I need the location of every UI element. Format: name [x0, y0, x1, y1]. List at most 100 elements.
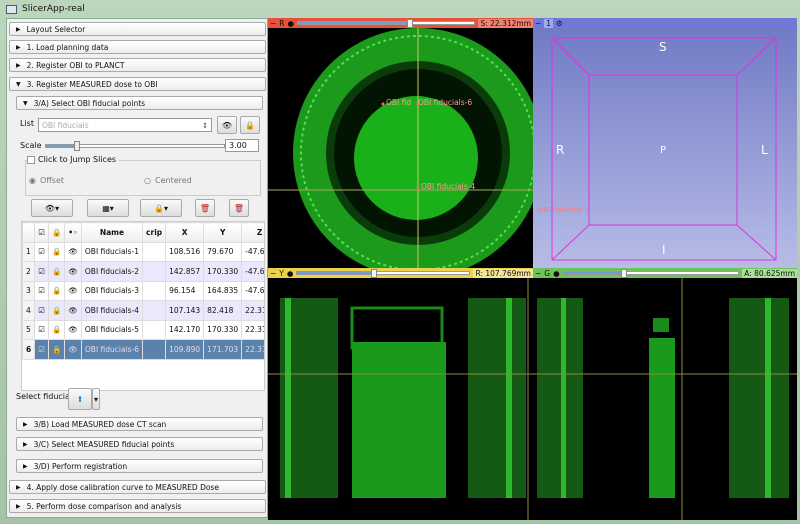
table-row[interactable]: 5 ☑ 🔒 👁 OBI fiducials-5 142.170 170.330 …	[22, 319, 264, 340]
lock-icon[interactable]: 🔒	[47, 241, 66, 262]
column-header-x[interactable]: X	[165, 222, 205, 243]
fiducial-x[interactable]: 142.170	[165, 319, 205, 340]
eye-icon[interactable]: 👁	[64, 300, 82, 321]
link-icon[interactable]: ●	[287, 269, 294, 278]
lock-icon[interactable]: 🔒	[47, 261, 66, 282]
table-row[interactable]: 4 ☑ 🔒 👁 OBI fiducials-4 107.143 82.418 2…	[22, 300, 264, 321]
fiducial-y[interactable]: 79.670	[203, 241, 243, 262]
fiducial-name[interactable]: OBI fiducials-3	[80, 280, 144, 301]
fiducial-z[interactable]: 22.312	[241, 300, 264, 321]
section-load-measured-ct[interactable]: ▶ 3/B) Load MEASURED dose CT scan	[16, 417, 263, 431]
fiducial-z[interactable]: -47.688	[241, 241, 264, 262]
column-header-y[interactable]: Y	[203, 222, 243, 243]
pin-button[interactable]: −	[270, 269, 276, 278]
lock-menu-button[interactable]: 🔒▾	[140, 199, 182, 217]
fiducial-name[interactable]: OBI fiducials-4	[80, 300, 144, 321]
section-dose-comparison[interactable]: ▶ 5. Perform dose comparison and analysis	[9, 499, 266, 513]
select-all-header[interactable]: ☑	[34, 222, 49, 243]
eye-icon[interactable]: 👁	[64, 339, 82, 360]
fiducial-z[interactable]: -47.688	[241, 261, 264, 282]
gear-icon[interactable]: ⚙	[556, 19, 563, 28]
eye-icon[interactable]: 👁	[64, 261, 82, 282]
table-row[interactable]: 2 ☑ 🔒 👁 OBI fiducials-2 142.857 170.330 …	[22, 261, 264, 282]
table-row[interactable]: 6 ☑ 🔒 👁 OBI fiducials-6 109.890 171.703 …	[22, 339, 264, 360]
fiducial-description[interactable]	[142, 241, 167, 262]
fiducial-y[interactable]: 82.418	[203, 300, 243, 321]
place-mode-dropdown[interactable]: ▾	[92, 388, 100, 410]
scale-slider-handle[interactable]	[74, 141, 80, 151]
fiducial-z[interactable]: 22.312	[241, 319, 264, 340]
delete-all-button[interactable]: 🗑	[229, 199, 249, 217]
green-slice-slider[interactable]	[562, 269, 740, 278]
green-slice-view[interactable]: − G ● A: 80.625mm	[533, 268, 797, 520]
selected-checkbox[interactable]: ☑	[34, 319, 49, 340]
selected-checkbox[interactable]: ☑	[34, 280, 49, 301]
visibility-toggle-button[interactable]: 👁	[217, 116, 237, 134]
table-row[interactable]: 1 ☑ 🔒 👁 OBI fiducials-1 108.516 79.670 -…	[22, 241, 264, 262]
column-header-name[interactable]: Name	[80, 222, 144, 243]
select-menu-button[interactable]: ▦▾	[87, 199, 129, 217]
link-icon[interactable]: ●	[288, 19, 295, 28]
link-icon[interactable]: ●	[553, 269, 560, 278]
section-apply-calibration[interactable]: ▶ 4. Apply dose calibration curve to MEAS…	[9, 480, 266, 494]
fiducial-name[interactable]: OBI fiducials-6	[80, 339, 144, 360]
section-load-planning[interactable]: ▶ 1. Load planning data	[9, 40, 266, 54]
scale-spinbox[interactable]: 3.00	[225, 139, 259, 152]
fiducial-name[interactable]: OBI fiducials-1	[80, 241, 144, 262]
fiducial-x[interactable]: 107.143	[165, 300, 205, 321]
fiducial-description[interactable]	[142, 300, 167, 321]
pin-button[interactable]: −	[535, 19, 541, 28]
pin-button[interactable]: −	[270, 19, 276, 28]
section-register-obi[interactable]: ▶ 2. Register OBI to PLANCT	[9, 58, 266, 72]
place-fiducial-button[interactable]: ⬆	[68, 388, 92, 410]
section-select-obi-fiducials[interactable]: ▼ 3/A) Select OBI fiducial points	[16, 96, 263, 110]
fiducial-z[interactable]: 22.312	[241, 339, 264, 360]
fiducial-y[interactable]: 170.330	[203, 261, 243, 282]
red-slice-slider[interactable]	[297, 19, 476, 28]
lock-icon[interactable]: 🔒	[47, 280, 66, 301]
fiducial-x[interactable]: 142.857	[165, 261, 205, 282]
fiducial-x[interactable]: 96.154	[165, 280, 205, 301]
eye-icon[interactable]: 👁	[64, 241, 82, 262]
selected-checkbox[interactable]: ☑	[34, 300, 49, 321]
column-header-description[interactable]: crip	[142, 222, 167, 243]
lock-icon[interactable]: 🔒	[47, 300, 66, 321]
section-register-measured[interactable]: ▼ 3. Register MEASURED dose to OBI	[9, 77, 266, 91]
yellow-slice-slider[interactable]	[296, 269, 471, 278]
scale-slider[interactable]	[45, 141, 225, 151]
fiducial-description[interactable]	[142, 319, 167, 340]
fiducial-table[interactable]: ☑ 🔒 •◦ Name crip X Y Z 1 ☑ 🔒 👁 OBI fiduc…	[21, 221, 265, 391]
centered-radio[interactable]: ○ Centered	[144, 176, 192, 185]
section-layout-selector[interactable]: ▶ Layout Selector	[9, 22, 266, 36]
fiducial-name[interactable]: OBI fiducials-5	[80, 319, 144, 340]
eye-icon[interactable]: 👁	[64, 280, 82, 301]
table-row[interactable]: 3 ☑ 🔒 👁 OBI fiducials-3 96.154 164.835 -…	[22, 280, 264, 301]
eye-icon[interactable]: 👁	[64, 319, 82, 340]
list-select[interactable]: OBI fiducials ⇕	[38, 118, 212, 132]
selected-checkbox[interactable]: ☑	[34, 339, 49, 360]
fiducial-x[interactable]: 108.516	[165, 241, 205, 262]
fiducial-description[interactable]	[142, 280, 167, 301]
delete-selected-button[interactable]: 🗑	[195, 199, 215, 217]
visibility-menu-button[interactable]: 👁▾	[31, 199, 73, 217]
selected-checkbox[interactable]: ☑	[34, 241, 49, 262]
fiducial-description[interactable]	[142, 261, 167, 282]
lock-icon[interactable]: 🔒	[47, 339, 66, 360]
lock-toggle-button[interactable]: 🔒	[240, 116, 260, 134]
fiducial-y[interactable]: 164.835	[203, 280, 243, 301]
jump-slices-checkbox[interactable]	[27, 155, 35, 164]
slider-handle[interactable]	[371, 269, 378, 278]
section-select-measured-fiducials[interactable]: ▶ 3/C) Select MEASURED fiducial points	[16, 437, 263, 451]
slider-handle[interactable]	[621, 269, 628, 278]
offset-radio[interactable]: ◉ Offset	[29, 176, 64, 185]
pin-button[interactable]: −	[535, 269, 541, 278]
slider-handle[interactable]	[407, 19, 414, 28]
section-perform-registration[interactable]: ▶ 3/D) Perform registration	[16, 459, 263, 473]
column-header-z[interactable]: Z	[241, 222, 264, 243]
yellow-slice-view[interactable]: − Y ● R: 107.769mm	[268, 268, 533, 520]
selected-checkbox[interactable]: ☑	[34, 261, 49, 282]
fiducial-x[interactable]: 109.890	[165, 339, 205, 360]
red-slice-view[interactable]: OBI fid OBI fiducials-6 OBI fiducials-4 …	[268, 18, 533, 268]
3d-view[interactable]: S I R L P OBI fiducials-3 − 1 ⚙	[533, 18, 797, 268]
fiducial-name[interactable]: OBI fiducials-2	[80, 261, 144, 282]
